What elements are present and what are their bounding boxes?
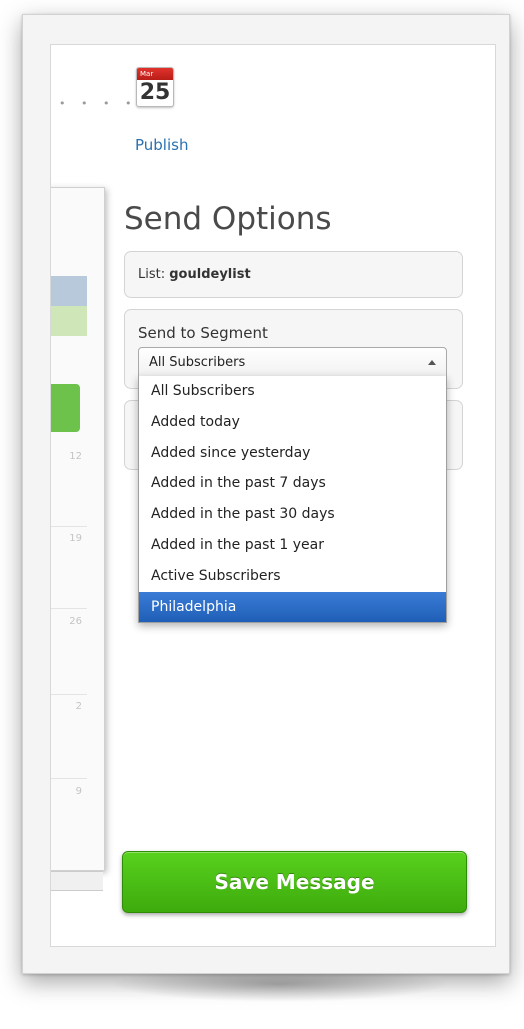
bg-calendar-header [51, 276, 87, 306]
list-info: List: gouldeylist [138, 267, 251, 282]
bg-calendar-event [51, 384, 80, 432]
bg-panel-edge [51, 871, 103, 891]
segment-select[interactable]: All Subscribers [138, 347, 447, 378]
segment-select-value: All Subscribers [149, 355, 246, 370]
segment-option[interactable]: Added in the past 30 days [139, 499, 446, 530]
bg-day-number: 2 [75, 701, 82, 712]
send-options-title: Send Options [124, 201, 332, 237]
calendar-day: 25 [139, 80, 171, 105]
bg-row-divider [51, 608, 87, 609]
bg-day-number: 9 [75, 786, 82, 797]
bg-day-number: 12 [69, 451, 82, 462]
segment-option[interactable]: Added in the past 7 days [139, 468, 446, 499]
bg-day-number: 19 [69, 533, 82, 544]
segment-option[interactable]: All Subscribers [139, 376, 446, 407]
bg-row-divider [51, 694, 87, 695]
list-name: gouldeylist [169, 267, 251, 282]
calendar-month: Mar [137, 68, 173, 80]
background-calendar-panel: 12 19 26 2 9 [51, 187, 105, 871]
segment-option[interactable]: Active Subscribers [139, 561, 446, 592]
stage: • • • • • Mar 25 Publish 12 19 26 2 9 Se… [0, 0, 524, 1029]
segment-label: Send to Segment [138, 324, 268, 342]
app-screen: • • • • • Mar 25 Publish 12 19 26 2 9 Se… [50, 44, 496, 947]
segment-dropdown: All Subscribers Added today Added since … [138, 376, 447, 623]
segment-option[interactable]: Added in the past 1 year [139, 530, 446, 561]
chevron-up-icon [428, 360, 436, 365]
segment-option-highlighted[interactable]: Philadelphia [139, 591, 446, 623]
segment-option[interactable]: Added since yesterday [139, 438, 446, 469]
bg-row-divider [51, 526, 87, 527]
bg-day-number: 26 [69, 616, 82, 627]
publish-link[interactable]: Publish [135, 136, 188, 154]
list-box: List: gouldeylist [124, 251, 463, 298]
list-prefix: List: [138, 267, 166, 282]
segment-option[interactable]: Added today [139, 407, 446, 438]
bg-calendar-strip [51, 306, 87, 336]
calendar-icon[interactable]: Mar 25 [136, 67, 174, 107]
save-message-button[interactable]: Save Message [122, 851, 467, 913]
bg-row-divider [51, 778, 87, 779]
